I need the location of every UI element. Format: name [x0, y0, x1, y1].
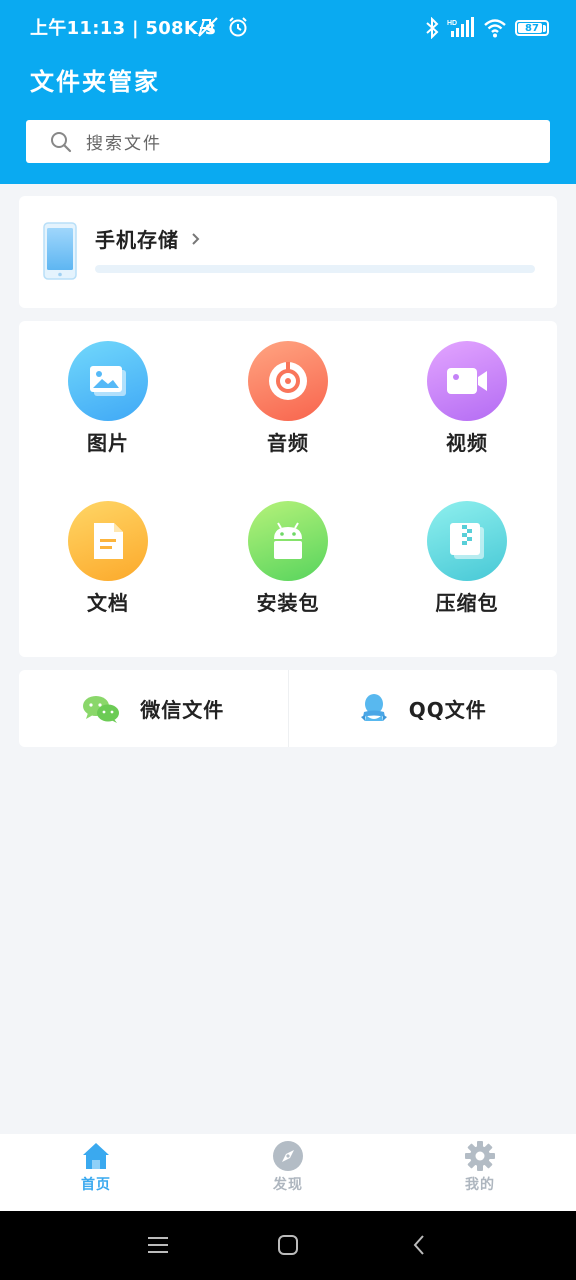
storage-label: 手机存储	[95, 228, 179, 252]
zip-icon	[427, 501, 507, 581]
storage-usage-bar	[95, 265, 535, 273]
nav-discover-label: 发现	[273, 1177, 303, 1193]
category-grid: 图片 音频 视频 文档 安装包 压缩包	[19, 321, 557, 657]
search-input[interactable]: 搜索文件	[26, 120, 550, 163]
system-nav-bar	[0, 1211, 576, 1280]
wechat-icon	[82, 694, 120, 724]
category-label: 文档	[87, 591, 129, 615]
category-label: 压缩包	[435, 591, 499, 615]
hd-signal-icon: HD	[447, 17, 475, 39]
nav-home[interactable]: 首页	[0, 1134, 192, 1211]
status-bar: 上午11:13 | 508K/s HD 87	[0, 0, 576, 56]
bottom-nav: 首页 发现 我的	[0, 1134, 576, 1211]
storage-title: 手机存储	[95, 224, 201, 253]
bluetooth-icon	[425, 17, 439, 39]
home-square-icon[interactable]	[276, 1233, 300, 1261]
category-documents[interactable]: 文档	[38, 501, 178, 616]
image-icon	[68, 341, 148, 421]
compass-icon	[272, 1140, 304, 1172]
qq-icon	[359, 693, 389, 725]
home-icon	[80, 1140, 112, 1172]
wechat-files-label: 微信文件	[140, 698, 225, 722]
search-placeholder: 搜索文件	[86, 134, 162, 154]
nav-mine[interactable]: 我的	[384, 1134, 576, 1211]
wechat-files-button[interactable]: 微信文件	[19, 670, 288, 747]
music-disc-icon	[248, 341, 328, 421]
wifi-icon	[483, 18, 507, 38]
nav-mine-label: 我的	[465, 1177, 495, 1193]
status-icons: HD 87	[425, 14, 549, 42]
gear-icon	[464, 1140, 496, 1172]
nav-home-label: 首页	[81, 1177, 111, 1193]
phone-storage-card[interactable]: 手机存储	[19, 196, 557, 308]
svg-text:HD: HD	[447, 20, 457, 27]
document-icon	[68, 501, 148, 581]
back-icon[interactable]	[408, 1233, 432, 1261]
qq-files-label: QQ文件	[408, 698, 487, 722]
status-time: 上午11:13 | 508K/s	[30, 18, 217, 39]
app-header: 上午11:13 | 508K/s HD 87 文件夹管家 搜索文件	[0, 0, 576, 184]
category-apk[interactable]: 安装包	[218, 501, 358, 616]
android-icon	[248, 501, 328, 581]
quick-access-row: 微信文件 QQ文件	[19, 670, 557, 747]
phone-icon	[43, 222, 77, 284]
category-label: 视频	[446, 431, 488, 455]
category-video[interactable]: 视频	[397, 341, 537, 456]
mute-icon	[196, 16, 220, 38]
battery-icon: 87	[515, 20, 549, 36]
page-title: 文件夹管家	[30, 68, 160, 96]
search-icon	[50, 131, 72, 153]
category-audio[interactable]: 音频	[218, 341, 358, 456]
qq-files-button[interactable]: QQ文件	[289, 670, 558, 747]
video-camera-icon	[427, 341, 507, 421]
category-label: 安装包	[256, 591, 320, 615]
category-label: 音频	[267, 431, 309, 455]
alarm-icon	[227, 16, 249, 38]
category-images[interactable]: 图片	[38, 341, 178, 456]
category-archives[interactable]: 压缩包	[397, 501, 537, 616]
nav-discover[interactable]: 发现	[192, 1134, 384, 1211]
menu-icon[interactable]	[146, 1233, 170, 1261]
chevron-right-icon	[191, 231, 201, 247]
battery-level: 87	[525, 22, 539, 34]
category-label: 图片	[87, 431, 129, 455]
